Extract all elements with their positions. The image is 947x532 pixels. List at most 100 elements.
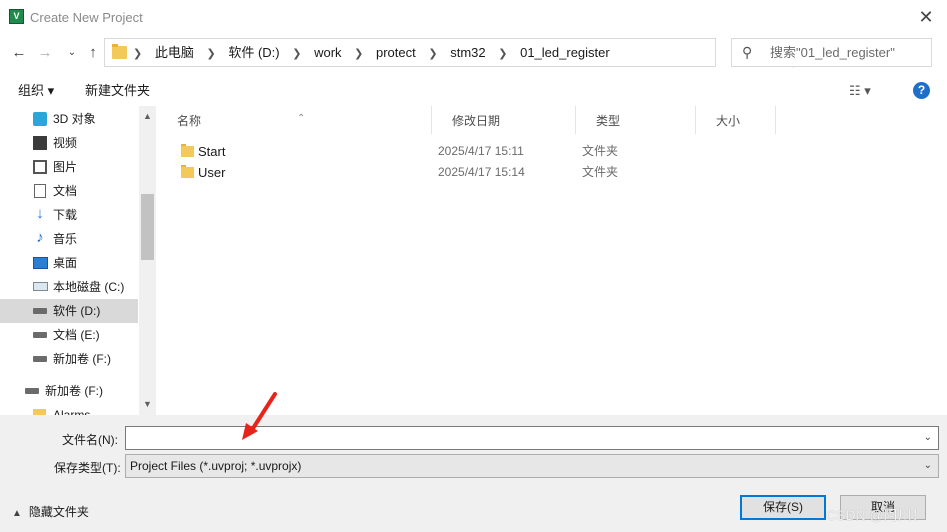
breadcrumb-item[interactable]: 01_led_register <box>520 45 610 60</box>
sidebar-item-downloads[interactable]: ↓ 下载 <box>0 203 138 227</box>
breadcrumb-chevron-icon[interactable]: ❯ <box>133 48 142 60</box>
breadcrumb-chevron-icon[interactable]: ❯ <box>428 48 437 60</box>
hide-folders-label: 隐藏文件夹 <box>28 505 89 519</box>
command-toolbar: 组织 ▾ 新建文件夹 ☷ ▾ ? <box>0 76 947 106</box>
organize-button[interactable]: 组织 ▾ <box>18 76 54 106</box>
title-bar: V Create New Project ✕ <box>0 0 947 34</box>
sidebar-item-drive-e[interactable]: 文档 (E:) <box>0 323 138 347</box>
sidebar-item-label: 软件 (D:) <box>53 304 101 318</box>
column-header-name[interactable]: 名称 ⌃ <box>157 106 432 134</box>
sidebar-item-label: 新加卷 (F:) <box>53 352 111 366</box>
forward-arrow-icon[interactable]: → <box>34 40 56 66</box>
sidebar-item-music[interactable]: ♪ 音乐 <box>0 227 138 251</box>
search-box[interactable]: ⚲ 搜索"01_led_register" <box>731 38 932 67</box>
breadcrumb-chevron-icon[interactable]: ❯ <box>206 48 215 60</box>
file-row[interactable]: Start 2025/4/17 15:11 文件夹 <box>177 141 647 162</box>
search-icon: ⚲ <box>742 44 753 60</box>
sidebar-item-label: Alarms <box>53 408 91 415</box>
document-icon <box>34 184 46 198</box>
sidebar-item-pictures[interactable]: 图片 <box>0 155 138 179</box>
search-input[interactable]: 搜索"01_led_register" <box>770 39 895 66</box>
sidebar-item-3d-objects[interactable]: 3D 对象 <box>0 107 138 131</box>
breadcrumb-item[interactable]: stm32 <box>450 45 485 60</box>
view-options-icon[interactable]: ☷ ▾ <box>849 76 871 106</box>
column-header-modified[interactable]: 修改日期 <box>432 106 576 134</box>
file-type: 文件夹 <box>582 165 619 179</box>
folder-icon <box>181 144 194 157</box>
filetype-select[interactable]: Project Files (*.uvproj; *.uvprojx) ⌄ <box>125 454 939 478</box>
download-icon: ↓ <box>36 205 44 222</box>
sidebar-item-desktop[interactable]: 桌面 <box>0 251 138 275</box>
back-arrow-icon[interactable]: ← <box>8 40 30 66</box>
sidebar-item-label: 文档 <box>53 184 78 198</box>
system-drive-icon <box>33 282 48 291</box>
breadcrumb-item[interactable]: 软件 (D:) <box>228 45 279 60</box>
new-folder-button[interactable]: 新建文件夹 <box>85 76 150 106</box>
scrollbar-thumb[interactable] <box>141 194 154 260</box>
file-type: 文件夹 <box>582 144 619 158</box>
file-name: Start <box>198 144 226 159</box>
sidebar-item-label: 桌面 <box>53 256 78 270</box>
up-arrow-icon[interactable]: ↑ <box>82 40 104 66</box>
breadcrumb-item[interactable]: work <box>314 45 341 60</box>
file-modified: 2025/4/17 15:14 <box>438 165 525 179</box>
sidebar-item-videos[interactable]: 视频 <box>0 131 138 155</box>
sidebar-item-drive-c[interactable]: 本地磁盘 (C:) <box>0 275 138 299</box>
folder-icon <box>112 44 127 59</box>
scroll-up-icon[interactable]: ▲ <box>139 108 156 125</box>
sort-ascending-icon: ⌃ <box>297 113 306 124</box>
sidebar-item-label: 图片 <box>53 160 78 174</box>
navigation-bar: ← → ⌄ ↑ ❯ 此电脑 ❯ 软件 (D:) ❯ work ❯ protect… <box>0 36 947 70</box>
uvision-app-icon: V <box>9 9 24 24</box>
chevron-down-icon[interactable]: ⌄ <box>924 427 932 449</box>
close-icon[interactable]: ✕ <box>913 4 939 30</box>
file-name: User <box>198 165 226 180</box>
window-title: Create New Project <box>30 10 143 25</box>
column-header-label: 名称 <box>177 114 202 128</box>
sidebar-scrollbar[interactable]: ▲ ▼ <box>139 106 156 415</box>
breadcrumb-chevron-icon[interactable]: ❯ <box>354 48 363 60</box>
sidebar-item-label: 文档 (E:) <box>53 328 100 342</box>
save-button[interactable]: 保存(S) <box>740 495 826 520</box>
drive-icon <box>33 308 47 314</box>
address-bar[interactable]: ❯ 此电脑 ❯ 软件 (D:) ❯ work ❯ protect ❯ stm32… <box>104 38 813 68</box>
file-row[interactable]: User 2025/4/17 15:14 文件夹 <box>177 162 647 183</box>
music-icon: ♪ <box>36 229 44 246</box>
column-header-type[interactable]: 类型 <box>576 106 696 134</box>
recent-locations-chevron-icon[interactable]: ⌄ <box>61 40 83 66</box>
sidebar-item-drive-d[interactable]: 软件 (D:) <box>0 299 138 323</box>
scroll-down-icon[interactable]: ▼ <box>139 396 156 413</box>
breadcrumb-chevron-icon[interactable]: ❯ <box>498 48 507 60</box>
sidebar-item-alarms[interactable]: Alarms <box>0 403 138 415</box>
desktop-icon <box>33 257 48 269</box>
column-header-size[interactable]: 大小 <box>696 106 776 134</box>
watermark: CSDN @阿川！ <box>826 507 926 523</box>
sidebar-item-drive-f-root[interactable]: 新加卷 (F:) <box>0 379 138 403</box>
save-form: 文件名(N): ⌄ 保存类型(T): Project Files (*.uvpr… <box>0 415 947 532</box>
breadcrumb-item[interactable]: protect <box>376 45 416 60</box>
column-header-label: 修改日期 <box>452 114 501 128</box>
drive-icon <box>33 356 47 362</box>
help-icon[interactable]: ? <box>913 82 930 99</box>
sidebar-item-drive-f[interactable]: 新加卷 (F:) <box>0 347 138 371</box>
folder-icon <box>181 165 194 178</box>
breadcrumb: ❯ 此电脑 ❯ 软件 (D:) ❯ work ❯ protect ❯ stm32… <box>133 39 610 66</box>
chevron-down-icon[interactable]: ⌄ <box>924 455 932 477</box>
sidebar-item-label: 视频 <box>53 136 78 150</box>
cube-icon <box>33 112 47 126</box>
breadcrumb-item[interactable]: 此电脑 <box>155 45 194 60</box>
sidebar-item-documents[interactable]: 文档 <box>0 179 138 203</box>
sidebar-item-label: 音乐 <box>53 232 78 246</box>
sidebar-item-label: 3D 对象 <box>53 112 96 126</box>
sidebar-item-label: 下载 <box>53 208 78 222</box>
breadcrumb-chevron-icon[interactable]: ❯ <box>292 48 301 60</box>
filetype-value: Project Files (*.uvproj; *.uvprojx) <box>130 459 302 473</box>
file-list: 名称 ⌃ 修改日期 类型 大小 Start 2025/4/17 15:11 文件… <box>157 106 947 415</box>
drive-icon <box>33 332 47 338</box>
filename-label: 文件名(N): <box>62 433 118 447</box>
drive-icon <box>25 388 39 394</box>
filetype-label: 保存类型(T): <box>54 461 121 475</box>
column-header-label: 大小 <box>716 114 741 128</box>
hide-folders-toggle[interactable]: ▲ 隐藏文件夹 <box>12 503 89 521</box>
video-icon <box>33 136 47 150</box>
